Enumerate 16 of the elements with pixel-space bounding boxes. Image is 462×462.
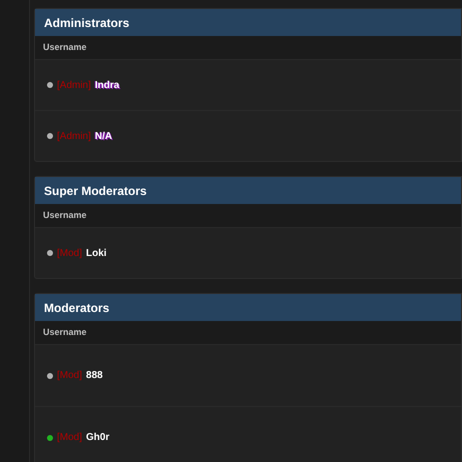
username-link[interactable]: Loki [86, 246, 107, 260]
username-link[interactable]: N/A [94, 128, 112, 144]
rank-tag: [Admin] [57, 78, 91, 92]
group-title: Super Moderators [44, 182, 147, 200]
group-title: Administrators [44, 14, 130, 32]
rank-tag: [Mod] [57, 368, 82, 383]
group-title: Moderators [44, 300, 110, 316]
rank-tag: [Admin] [57, 128, 91, 144]
column-label: Username [43, 326, 87, 339]
username-link[interactable]: 888 [86, 368, 103, 383]
rank-tag: [Mod] [57, 430, 82, 445]
rank-tag: [Mod] [57, 246, 82, 260]
username-link[interactable]: Indra [94, 78, 120, 92]
column-label: Username [43, 208, 87, 222]
column-label: Username [43, 40, 87, 54]
username-link[interactable]: Gh0r [86, 430, 110, 445]
